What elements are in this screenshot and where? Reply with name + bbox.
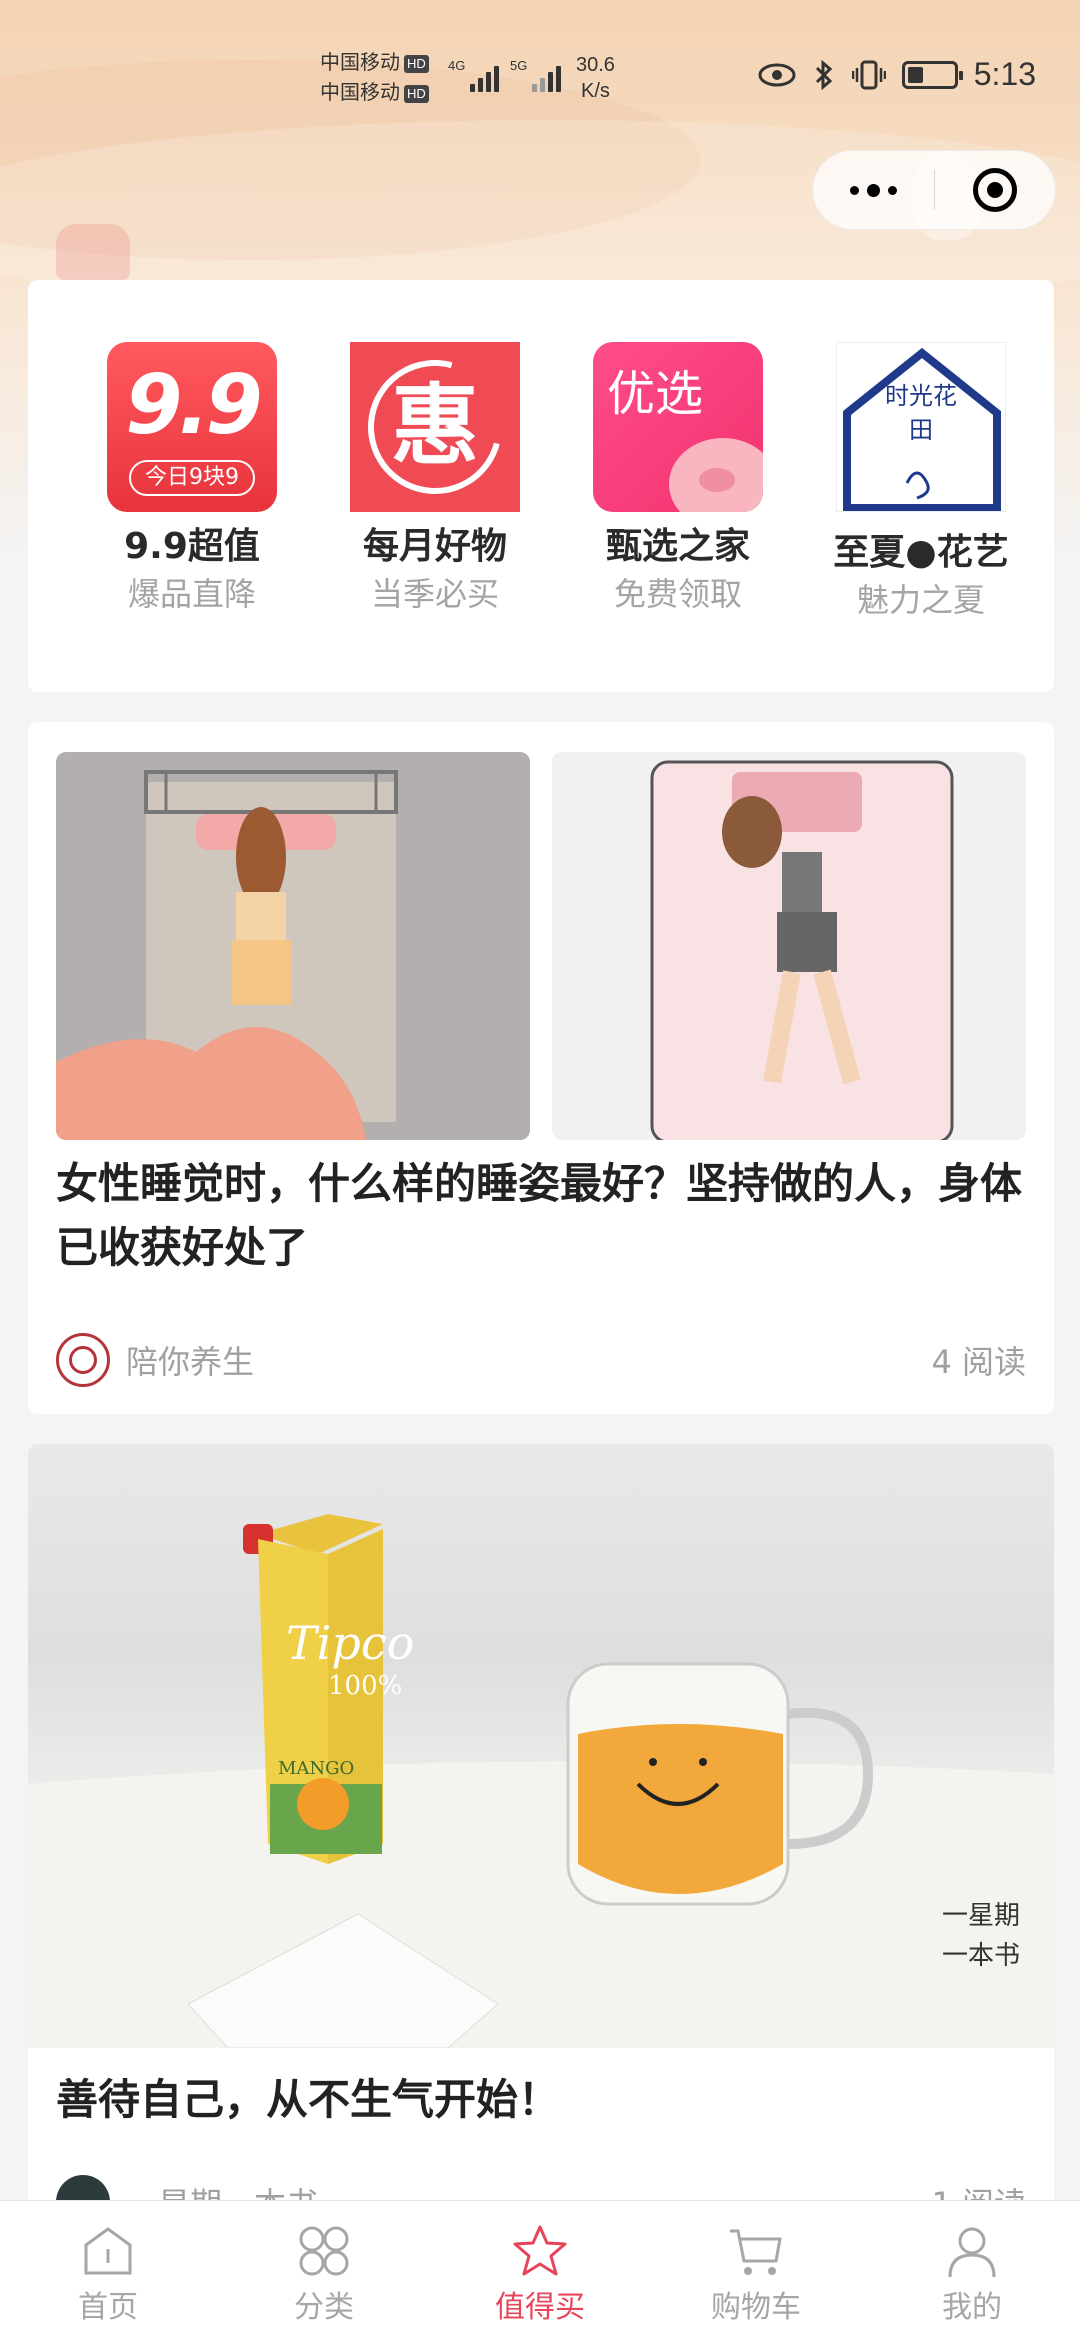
article-image-right xyxy=(552,752,1026,1140)
article-title: 女性睡觉时，什么样的睡姿最好？坚持做的人，身体已收获好处了 xyxy=(56,1159,1023,1272)
category-title: 9.9超值 xyxy=(124,526,260,567)
flower-house-icon: 时光花田 xyxy=(836,342,1006,512)
close-miniprogram-button[interactable] xyxy=(935,151,1056,229)
sale-99-icon: 9.9 今日9块9 xyxy=(107,342,277,512)
miniprogram-capsule xyxy=(812,150,1056,230)
clock: 5:13 xyxy=(973,56,1036,92)
tab-worth-buying[interactable]: 值得买 xyxy=(432,2201,648,2340)
tab-category[interactable]: 分类 xyxy=(216,2201,432,2340)
home-icon xyxy=(78,2223,138,2279)
category-item-select[interactable]: 优选 甄选之家 免费领取 xyxy=(578,342,778,614)
category-icon xyxy=(294,2223,354,2279)
svg-text:一星期: 一星期 xyxy=(942,1901,1020,1931)
bottom-tab-bar: 首页 分类 值得买 购物车 我的 xyxy=(0,2200,1080,2340)
profile-icon xyxy=(942,2223,1002,2279)
svg-text:100%: 100% xyxy=(328,1671,402,1701)
star-icon xyxy=(510,2223,570,2279)
svg-text:一本书: 一本书 xyxy=(942,1941,1020,1971)
tab-profile[interactable]: 我的 xyxy=(864,2201,1080,2340)
article-reads: 4 阅读 xyxy=(931,1343,1026,1381)
svg-text:Tipco: Tipco xyxy=(286,1616,414,1670)
category-title: 甄选之家 xyxy=(605,526,750,567)
bluetooth-icon xyxy=(815,59,832,90)
eye-icon xyxy=(758,63,796,86)
more-menu-button[interactable] xyxy=(813,151,934,229)
network-speed: 30.6 K/s xyxy=(576,54,615,102)
article-image-left xyxy=(56,752,530,1140)
category-card: 9.9 今日9块9 9.9超值 爆品直降 惠 每月好物 当季必买 优选 甄选之家… xyxy=(28,280,1054,692)
article-author: 陪你养生 xyxy=(126,1343,255,1381)
category-item-99[interactable]: 9.9 今日9块9 9.9超值 爆品直降 xyxy=(92,342,292,614)
tab-cart[interactable]: 购物车 xyxy=(648,2201,864,2340)
vibrate-icon xyxy=(851,60,886,89)
article-meta: 陪你养生 4 阅读 xyxy=(56,1332,1026,1388)
close-target-icon xyxy=(972,168,1017,212)
category-subtitle: 当季必买 xyxy=(370,575,499,613)
article-card[interactable]: 女性睡觉时，什么样的睡姿最好？坚持做的人，身体已收获好处了 陪你养生 4 阅读 xyxy=(28,722,1054,1414)
category-subtitle: 爆品直降 xyxy=(127,575,256,613)
category-item-monthly[interactable]: 惠 每月好物 当季必买 xyxy=(335,342,535,614)
category-item-flower[interactable]: 时光花田 至夏●花艺 魅力之夏 xyxy=(821,342,1021,620)
article-title: 善待自己，从不生气开始！ xyxy=(56,2075,561,2124)
article-image: Tipco 100% MANGO 一星期 一本书 xyxy=(28,1444,1054,2048)
tab-home[interactable]: 首页 xyxy=(0,2201,216,2340)
cart-icon xyxy=(726,2223,786,2279)
category-title: 至夏●花艺 xyxy=(833,532,1009,573)
status-bar: 中国移动 HD 中国移动 HD 4G 5G 30.6 K/s 5:13 xyxy=(0,0,1080,150)
category-subtitle: 魅力之夏 xyxy=(856,581,985,619)
signal-5g-icon: 5G xyxy=(510,58,561,92)
signal-4g-icon: 4G xyxy=(448,58,499,92)
discount-hui-icon: 惠 xyxy=(350,342,520,512)
svg-text:MANGO: MANGO xyxy=(278,1758,354,1779)
battery-icon xyxy=(901,60,963,89)
carrier-info: 中国移动 HD 中国移动 HD xyxy=(320,48,429,108)
category-subtitle: 免费领取 xyxy=(613,575,742,613)
pig-select-icon: 优选 xyxy=(593,342,763,512)
category-title: 每月好物 xyxy=(362,526,507,567)
author-avatar xyxy=(56,1333,110,1387)
